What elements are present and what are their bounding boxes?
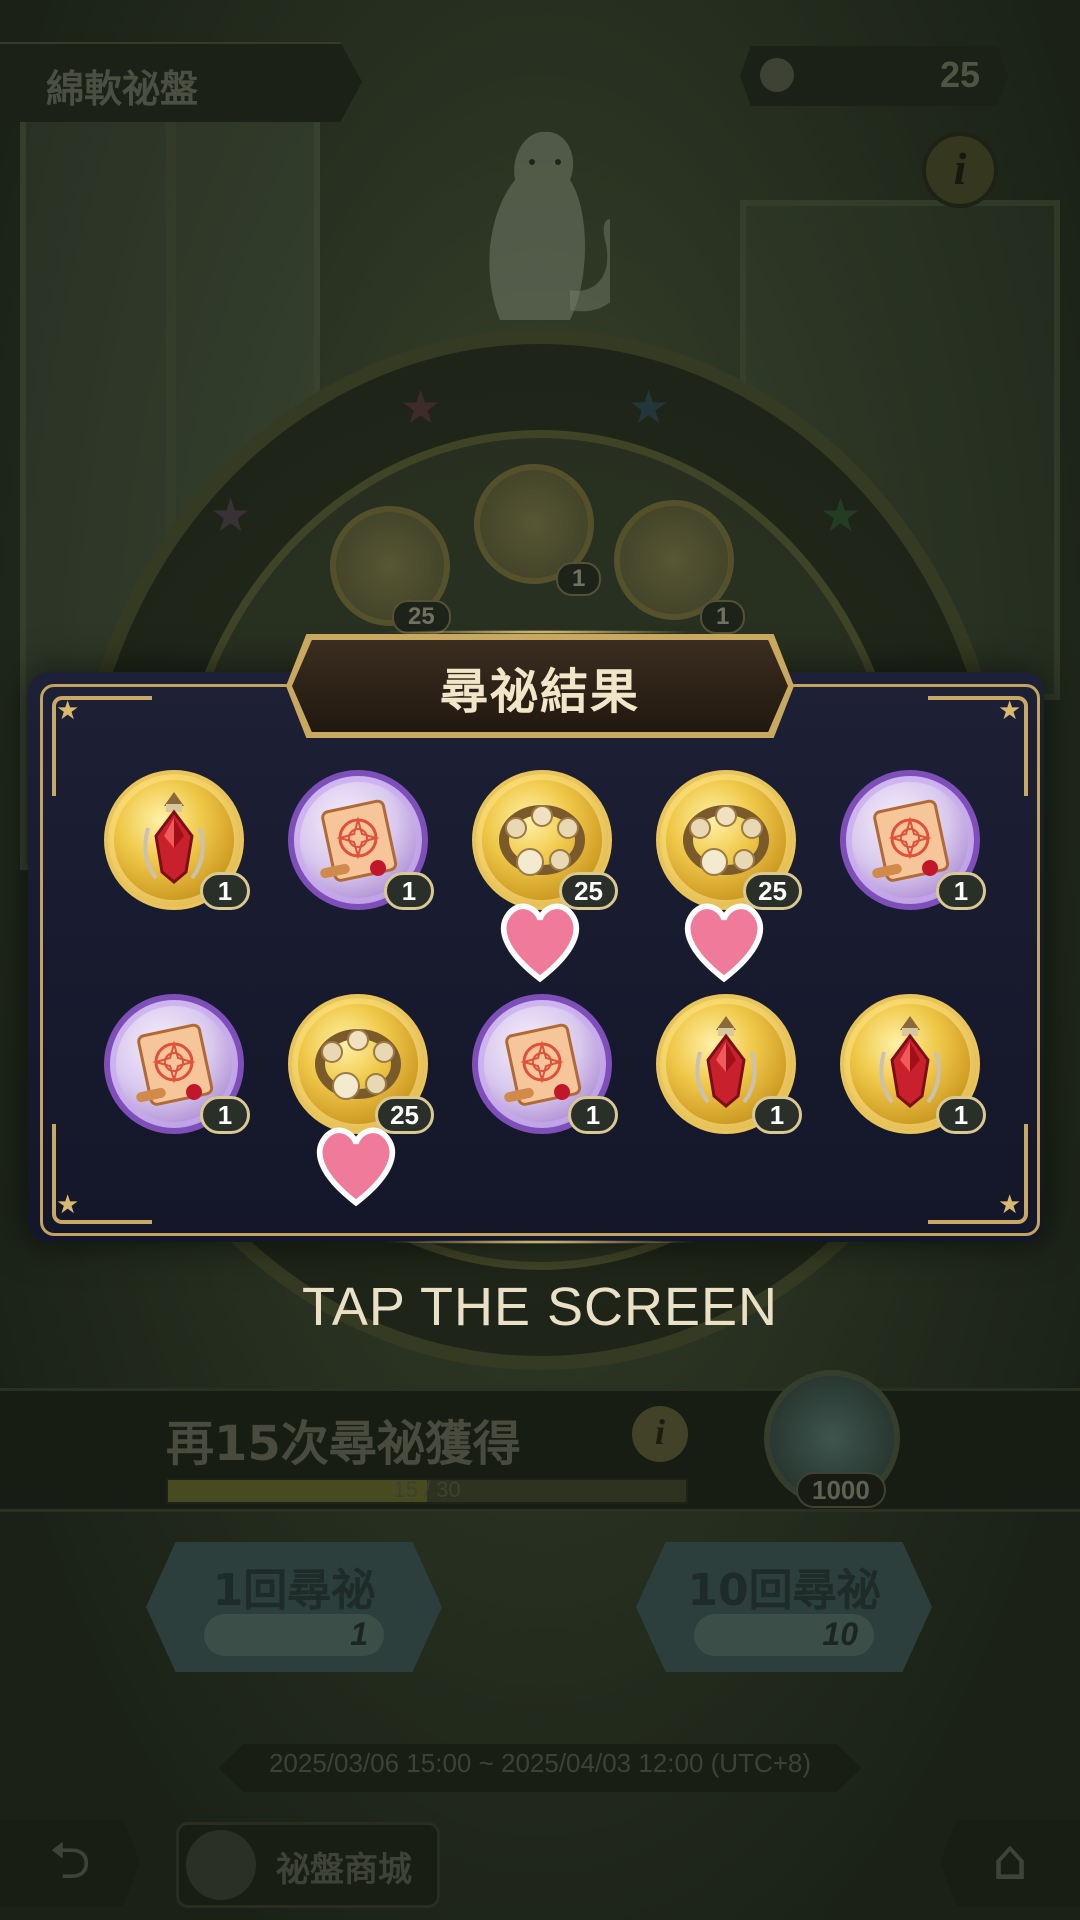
result-item-wreath[interactable]: 25: [470, 770, 618, 983]
item-count: 1: [384, 872, 434, 910]
sparkle-glow: [380, 630, 700, 634]
corner-star-icon: ★: [998, 696, 1022, 726]
result-item-scroll[interactable]: 1: [840, 770, 986, 910]
result-item-lantern[interactable]: 1: [840, 994, 986, 1134]
heart-icon: [470, 874, 580, 983]
heart-icon: [286, 1098, 396, 1207]
result-item-scroll[interactable]: 1: [288, 770, 434, 910]
corner-star-icon: ★: [56, 696, 80, 726]
item-count: 1: [752, 1096, 802, 1134]
item-count: 1: [568, 1096, 618, 1134]
result-item-scroll[interactable]: 1: [104, 994, 250, 1134]
item-count: 25: [559, 872, 618, 910]
item-count: 1: [200, 872, 250, 910]
result-item-wreath[interactable]: 25: [286, 994, 434, 1207]
item-count: 1: [936, 1096, 986, 1134]
heart-icon: [654, 874, 764, 983]
result-item-wreath[interactable]: 25: [654, 770, 802, 983]
result-item-scroll[interactable]: 1: [472, 994, 618, 1134]
result-item-lantern[interactable]: 1: [656, 994, 802, 1134]
item-count: 25: [743, 872, 802, 910]
corner-star-icon: ★: [998, 1190, 1022, 1220]
result-item-lantern[interactable]: 1: [104, 770, 250, 910]
tap-the-screen-prompt: TAP THE SCREEN: [301, 1277, 779, 1337]
item-count: 1: [200, 1096, 250, 1134]
corner-star-icon: ★: [56, 1190, 80, 1220]
result-title: 尋祕結果: [439, 664, 640, 720]
item-count: 25: [375, 1096, 434, 1134]
sparkle-glow: [380, 1240, 700, 1244]
item-count: 1: [936, 872, 986, 910]
